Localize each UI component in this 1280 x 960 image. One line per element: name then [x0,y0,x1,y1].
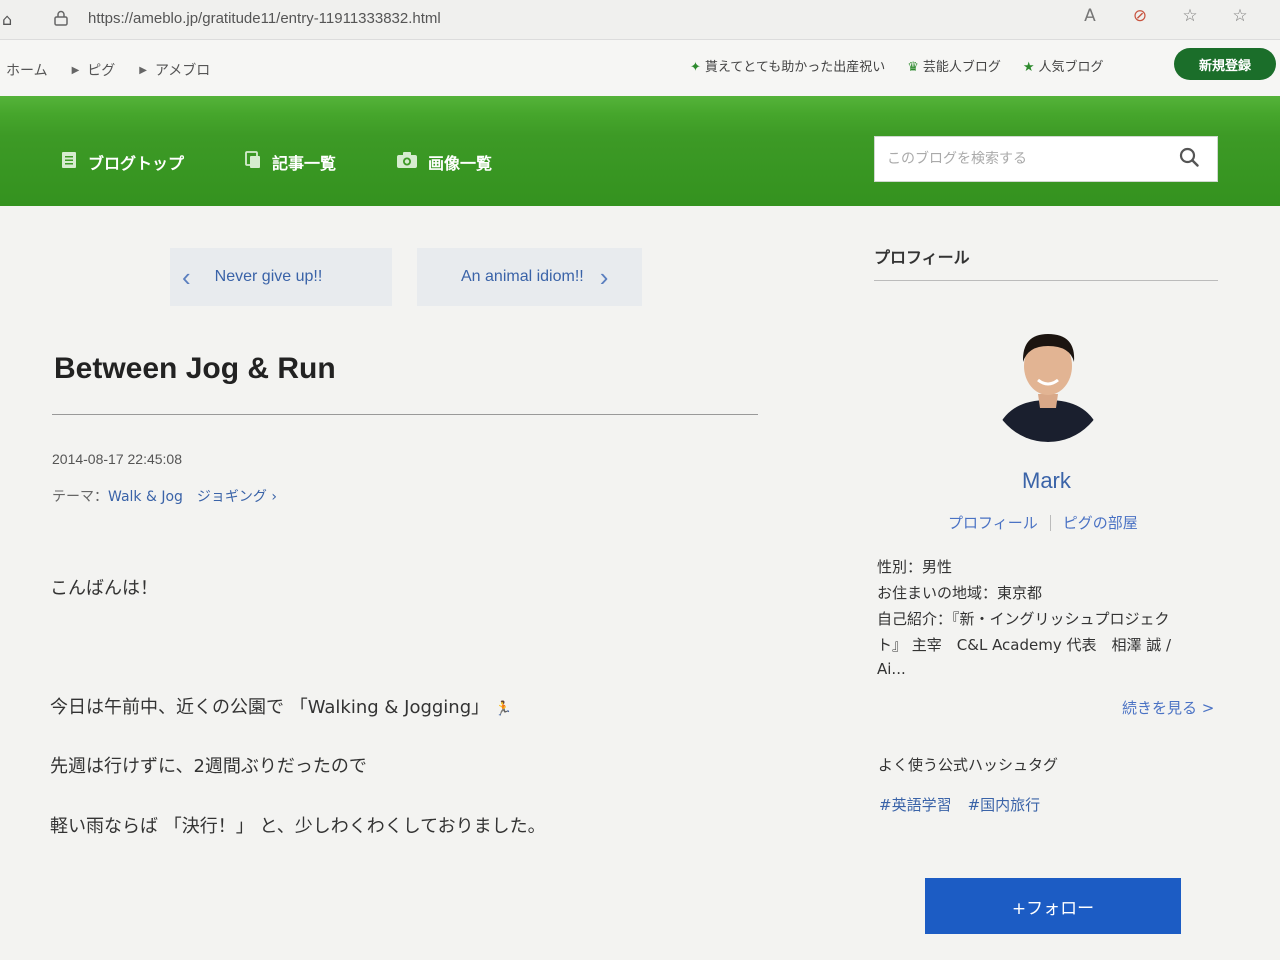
chevron-right-icon: › [599,261,609,292]
entry-body-line: 先週は行けずに、2週間ぶりだったので [50,756,367,777]
nav-label: 画像一覧 [428,154,493,173]
favorites-icon[interactable]: ☆ [1228,6,1252,26]
chevron-right-icon: › [271,489,277,505]
avatar[interactable] [990,316,1106,442]
profile-intro-line: 自己紹介：『新・イングリッシュプロジェク [877,610,1170,628]
pigg-room-link[interactable]: ピグの部屋 [1063,512,1138,533]
url-text[interactable]: https://ameblo.jp/gratitude11/entry-1191… [88,10,441,27]
browser-address-bar: ⌂ https://ameblo.jp/gratitude11/entry-11… [0,0,1280,40]
read-more-link[interactable]: 続きを見る > [1122,697,1214,718]
top-link-popular[interactable]: ★ 人気ブログ [1023,56,1104,75]
profile-intro-line: Ai... [877,660,906,678]
blog-header: ブログトップ 記事一覧 画像一覧 [0,96,1280,206]
next-entry-label: An animal idiom!! [461,268,584,285]
profile-link[interactable]: プロフィール [948,512,1038,533]
sparkle-icon: ✦ [690,60,701,75]
follow-button[interactable]: +フォロー [925,878,1181,934]
top-links: ✦ 貰えてとても助かった出産祝い ♛ 芸能人ブログ ★ 人気ブログ [690,56,1104,75]
camera-icon [396,151,418,173]
sidebar-heading: プロフィール [874,248,970,267]
breadcrumb-bar: ホーム ▶ ピグ ▶ アメブロ ✦ 貰えてとても助かった出産祝い ♛ 芸能人ブログ … [0,40,1280,96]
browser-toolbar-icons: A ⊘ ☆ ☆ [1078,6,1252,26]
entry-body-text: 今日は午前中、近くの公園で 「Walking & Jogging」 [50,697,490,718]
theme-tag-link[interactable]: ジョギング › [197,489,277,505]
nav-blog-top[interactable]: ブログトップ [60,150,184,174]
hashtag-link[interactable]: #英語学習 [879,794,952,815]
theme-tag-label: ジョギング [196,489,267,505]
prev-entry-label: Never give up!! [214,268,323,285]
copy-icon [244,151,262,173]
breadcrumb-item-ameblo[interactable]: アメブロ [155,60,210,80]
breadcrumb-item-pigg[interactable]: ピグ [87,60,115,80]
entry-date: 2014-08-17 22:45:08 [52,451,182,467]
top-link-celebrity[interactable]: ♛ 芸能人ブログ [907,56,1001,75]
top-link-label: 貰えてとても助かった出産祝い [704,60,886,75]
read-aloud-icon[interactable]: A [1078,6,1102,26]
hashtag-list: #英語学習 #国内旅行 [879,794,1040,815]
entry-title: Between Jog & Run [54,352,336,385]
entry-body-line: 軽い雨ならば 「決行！」 と、少しわくわくしておりました。 [50,816,546,837]
title-divider [52,414,758,415]
signup-button[interactable]: 新規登録 [1174,48,1276,80]
blog-search-box [874,136,1218,182]
entry-theme: テーマ：Walk & Jog ジョギング › [52,486,277,506]
theme-link[interactable]: Walk & Jog [108,489,183,505]
nav-image-list[interactable]: 画像一覧 [396,150,492,174]
breadcrumb-separator-icon: ▶ [139,64,147,76]
profile-intro-line: ト』 主宰 C&L Academy 代表 相澤 誠 / [877,636,1172,654]
crown-icon: ♛ [907,60,919,75]
nav-label: 記事一覧 [272,154,337,173]
breadcrumb-item-home[interactable]: ホーム [6,60,48,80]
document-icon [60,151,78,173]
entry-body-line: 今日は午前中、近くの公園で 「Walking & Jogging」 🏃 [50,693,512,719]
divider [1049,514,1051,531]
top-link-gift[interactable]: ✦ 貰えてとても助かった出産祝い [690,56,885,75]
prev-entry-link[interactable]: ‹ Never give up!! [170,248,392,306]
home-icon[interactable]: ⌂ [2,10,12,29]
profile-region: お住まいの地域：東京都 [877,584,1043,602]
nav-article-list[interactable]: 記事一覧 [244,150,336,174]
search-icon[interactable] [1179,147,1199,167]
star-icon: ★ [1022,60,1035,75]
breadcrumb: ホーム ▶ ピグ ▶ アメブロ [6,60,210,80]
search-input[interactable] [887,139,1177,179]
profile-name[interactable]: Mark [1022,468,1071,494]
tracking-prevention-icon[interactable]: ⊘ [1128,6,1152,26]
nav-label: ブログトップ [88,154,185,173]
entry-body-line: こんばんは！ [50,578,158,599]
chevron-left-icon: ‹ [182,261,191,292]
profile-links: プロフィール ピグの部屋 [948,512,1138,533]
hashtag-link[interactable]: #国内旅行 [968,794,1041,815]
theme-prefix: テーマ： [52,489,108,505]
top-link-label: 芸能人ブログ [922,60,1001,75]
hashtag-heading: よく使う公式ハッシュタグ [878,756,1059,774]
next-entry-link[interactable]: An animal idiom!! › [417,248,642,306]
profile-gender: 性別：男性 [877,558,953,576]
sidebar-divider [874,280,1218,281]
blog-nav: ブログトップ 記事一覧 画像一覧 [60,150,492,174]
running-person-icon: 🏃 [494,701,513,717]
favorites-add-icon[interactable]: ☆ [1178,6,1202,26]
top-link-label: 人気ブログ [1038,60,1104,75]
breadcrumb-separator-icon: ▶ [71,64,80,76]
lock-icon[interactable] [54,10,68,30]
